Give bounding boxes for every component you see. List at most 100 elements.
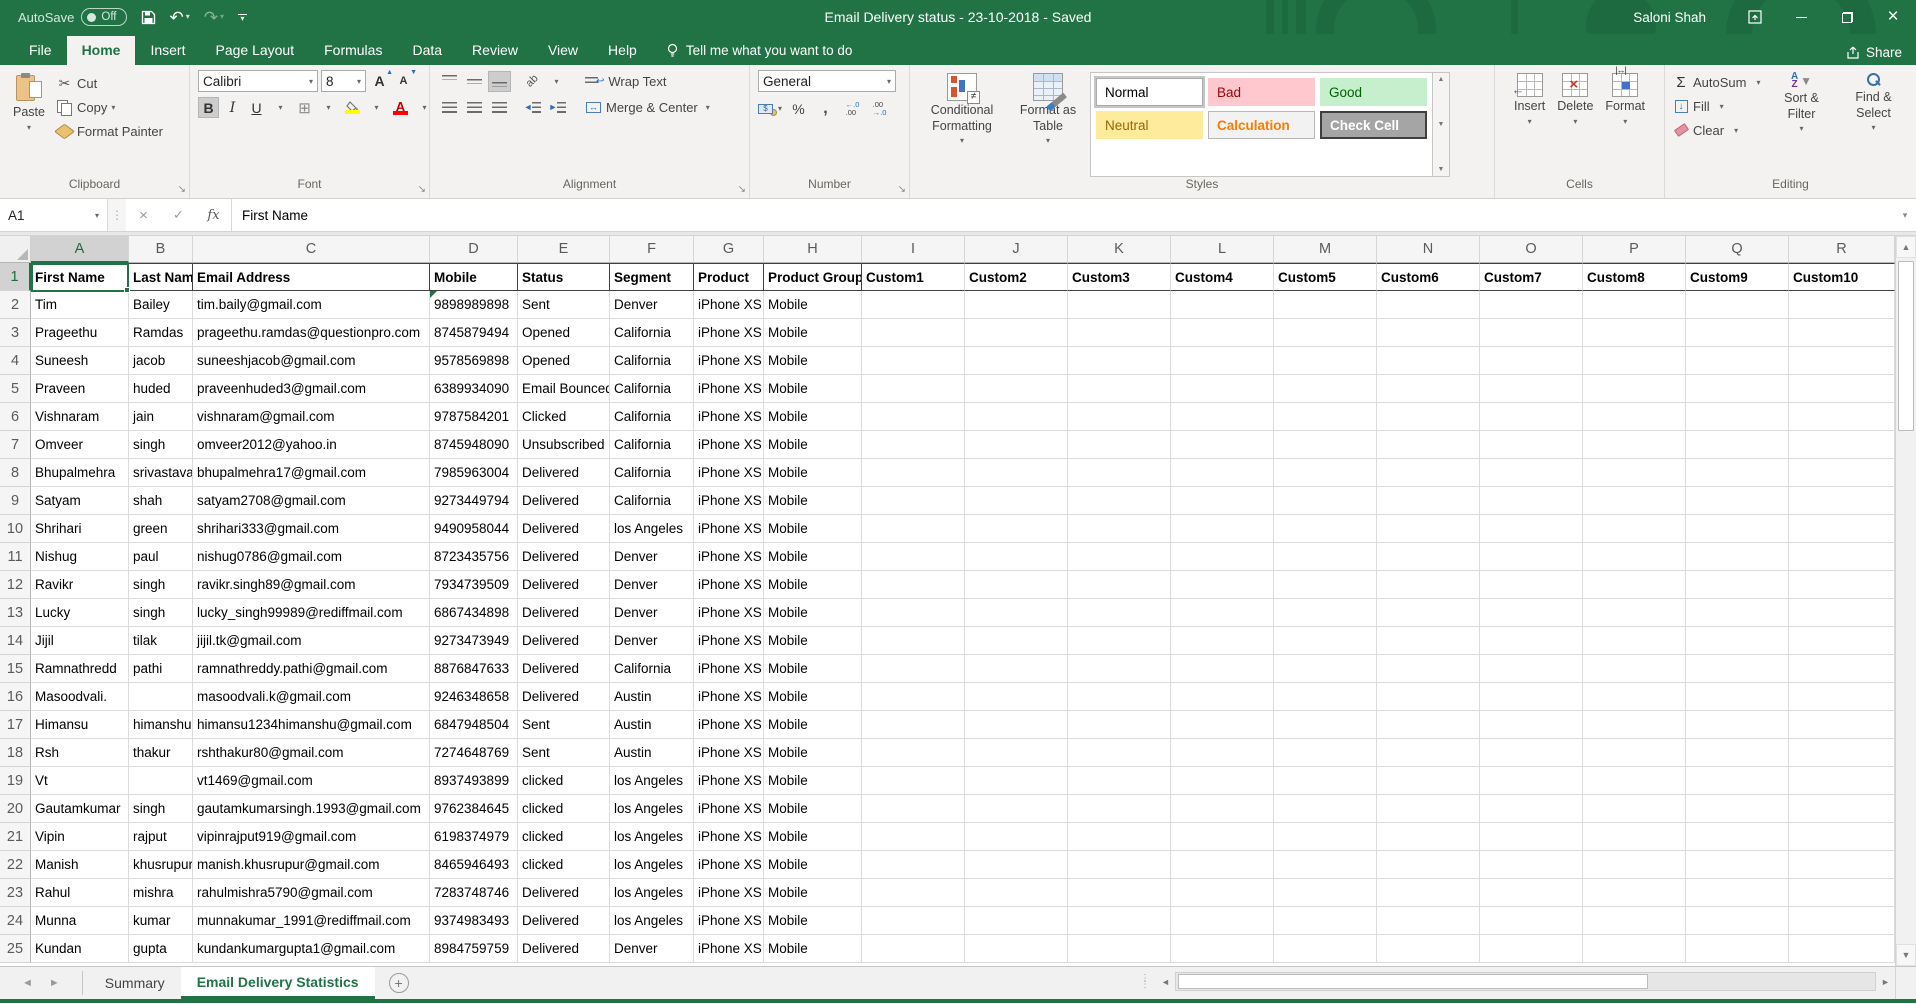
font-size-select[interactable]: 8▾ bbox=[321, 70, 366, 92]
cell-O24[interactable] bbox=[1480, 907, 1583, 935]
cell-E23[interactable]: Delivered bbox=[518, 879, 610, 907]
row-header-21[interactable]: 21 bbox=[0, 823, 31, 851]
cell-L21[interactable] bbox=[1171, 823, 1274, 851]
cell-P25[interactable] bbox=[1583, 935, 1686, 963]
cell-R5[interactable] bbox=[1789, 375, 1895, 403]
find-select-button[interactable]: Find & Select ▾ bbox=[1843, 70, 1905, 177]
cell-N6[interactable] bbox=[1377, 403, 1480, 431]
row-header-4[interactable]: 4 bbox=[0, 347, 31, 375]
cell-F25[interactable]: Denver bbox=[610, 935, 694, 963]
cell-B5[interactable]: huded bbox=[129, 375, 193, 403]
cell-O25[interactable] bbox=[1480, 935, 1583, 963]
row-header-20[interactable]: 20 bbox=[0, 795, 31, 823]
cell-A12[interactable]: Ravikr bbox=[31, 571, 129, 599]
cell-K11[interactable] bbox=[1068, 543, 1171, 571]
cell-J3[interactable] bbox=[965, 319, 1068, 347]
cell-A17[interactable]: Himansu bbox=[31, 711, 129, 739]
cell-L25[interactable] bbox=[1171, 935, 1274, 963]
cell-P23[interactable] bbox=[1583, 879, 1686, 907]
cell-Q6[interactable] bbox=[1686, 403, 1789, 431]
conditional-formatting-dropdown-icon[interactable]: ▾ bbox=[960, 136, 964, 146]
cell-K14[interactable] bbox=[1068, 627, 1171, 655]
scroll-down-icon[interactable]: ▼ bbox=[1896, 944, 1916, 966]
cell-H20[interactable]: Mobile bbox=[764, 795, 862, 823]
cell-K6[interactable] bbox=[1068, 403, 1171, 431]
cell-C6[interactable]: vishnaram@gmail.com bbox=[193, 403, 430, 431]
cell-K24[interactable] bbox=[1068, 907, 1171, 935]
cell-G21[interactable]: iPhone XS bbox=[694, 823, 764, 851]
cell-N18[interactable] bbox=[1377, 739, 1480, 767]
cell-K16[interactable] bbox=[1068, 683, 1171, 711]
cell-G3[interactable]: iPhone XS bbox=[694, 319, 764, 347]
cell-F6[interactable]: California bbox=[610, 403, 694, 431]
cell-Q25[interactable] bbox=[1686, 935, 1789, 963]
cell-J6[interactable] bbox=[965, 403, 1068, 431]
cell-A15[interactable]: Ramnathredd bbox=[31, 655, 129, 683]
cell-C23[interactable]: rahulmishra5790@gmail.com bbox=[193, 879, 430, 907]
tab-data[interactable]: Data bbox=[397, 36, 457, 65]
cell-M7[interactable] bbox=[1274, 431, 1377, 459]
cell-L1[interactable]: Custom4 bbox=[1171, 263, 1274, 291]
cell-C7[interactable]: omveer2012@yahoo.in bbox=[193, 431, 430, 459]
row-header-16[interactable]: 16 bbox=[0, 683, 31, 711]
cell-Q9[interactable] bbox=[1686, 487, 1789, 515]
copy-dropdown-icon[interactable]: ▾ bbox=[111, 103, 115, 112]
fill-color-dropdown-icon[interactable]: ▾ bbox=[366, 97, 387, 118]
undo-button[interactable]: ↶▾ bbox=[170, 9, 190, 26]
tell-me-box[interactable]: Tell me what you want to do bbox=[652, 37, 867, 65]
cell-B10[interactable]: green bbox=[129, 515, 193, 543]
column-header-l[interactable]: L bbox=[1171, 236, 1274, 263]
cell-C22[interactable]: manish.khusrupur@gmail.com bbox=[193, 851, 430, 879]
cell-O22[interactable] bbox=[1480, 851, 1583, 879]
cell-P20[interactable] bbox=[1583, 795, 1686, 823]
cell-Q18[interactable] bbox=[1686, 739, 1789, 767]
cell-E8[interactable]: Delivered bbox=[518, 459, 610, 487]
cell-F13[interactable]: Denver bbox=[610, 599, 694, 627]
column-header-o[interactable]: O bbox=[1480, 236, 1583, 263]
insert-dropdown-icon[interactable]: ▾ bbox=[1528, 117, 1532, 127]
cell-N23[interactable] bbox=[1377, 879, 1480, 907]
cell-F18[interactable]: Austin bbox=[610, 739, 694, 767]
borders-button[interactable]: ⊞ bbox=[294, 97, 315, 118]
cell-M2[interactable] bbox=[1274, 291, 1377, 319]
cell-R13[interactable] bbox=[1789, 599, 1895, 627]
cell-F20[interactable]: los Angeles bbox=[610, 795, 694, 823]
number-format-select[interactable]: General▾ bbox=[758, 70, 896, 92]
cell-M4[interactable] bbox=[1274, 347, 1377, 375]
cell-G14[interactable]: iPhone XS bbox=[694, 627, 764, 655]
cell-P7[interactable] bbox=[1583, 431, 1686, 459]
cell-Q4[interactable] bbox=[1686, 347, 1789, 375]
expand-formula-bar-icon[interactable]: ▾ bbox=[1894, 199, 1916, 231]
cell-D21[interactable]: 6198374979 bbox=[430, 823, 518, 851]
cell-A1[interactable]: First Name bbox=[31, 263, 129, 291]
cell-K17[interactable] bbox=[1068, 711, 1171, 739]
conditional-formatting-button[interactable]: ≠ Conditional Formatting ▾ bbox=[918, 70, 1006, 177]
cell-M10[interactable] bbox=[1274, 515, 1377, 543]
cell-H24[interactable]: Mobile bbox=[764, 907, 862, 935]
column-header-k[interactable]: K bbox=[1068, 236, 1171, 263]
cell-D9[interactable]: 9273449794 bbox=[430, 487, 518, 515]
cell-J11[interactable] bbox=[965, 543, 1068, 571]
style-check-cell[interactable]: Check Cell bbox=[1320, 111, 1427, 139]
cell-R19[interactable] bbox=[1789, 767, 1895, 795]
cell-G8[interactable]: iPhone XS bbox=[694, 459, 764, 487]
cell-R16[interactable] bbox=[1789, 683, 1895, 711]
cell-G22[interactable]: iPhone XS bbox=[694, 851, 764, 879]
cell-N19[interactable] bbox=[1377, 767, 1480, 795]
cell-I22[interactable] bbox=[862, 851, 965, 879]
cell-D6[interactable]: 9787584201 bbox=[430, 403, 518, 431]
paste-dropdown-icon[interactable]: ▾ bbox=[27, 123, 31, 133]
tab-home[interactable]: Home bbox=[67, 36, 136, 65]
cell-N14[interactable] bbox=[1377, 627, 1480, 655]
font-color-button[interactable]: A bbox=[390, 97, 411, 118]
cell-D8[interactable]: 7985963004 bbox=[430, 459, 518, 487]
cell-D20[interactable]: 9762384645 bbox=[430, 795, 518, 823]
cell-E24[interactable]: Delivered bbox=[518, 907, 610, 935]
cell-H11[interactable]: Mobile bbox=[764, 543, 862, 571]
cell-R18[interactable] bbox=[1789, 739, 1895, 767]
delete-dropdown-icon[interactable]: ▾ bbox=[1573, 117, 1577, 127]
cell-B16[interactable] bbox=[129, 683, 193, 711]
cell-F22[interactable]: los Angeles bbox=[610, 851, 694, 879]
cell-J7[interactable] bbox=[965, 431, 1068, 459]
autosave-control[interactable]: AutoSave Off bbox=[18, 8, 127, 26]
